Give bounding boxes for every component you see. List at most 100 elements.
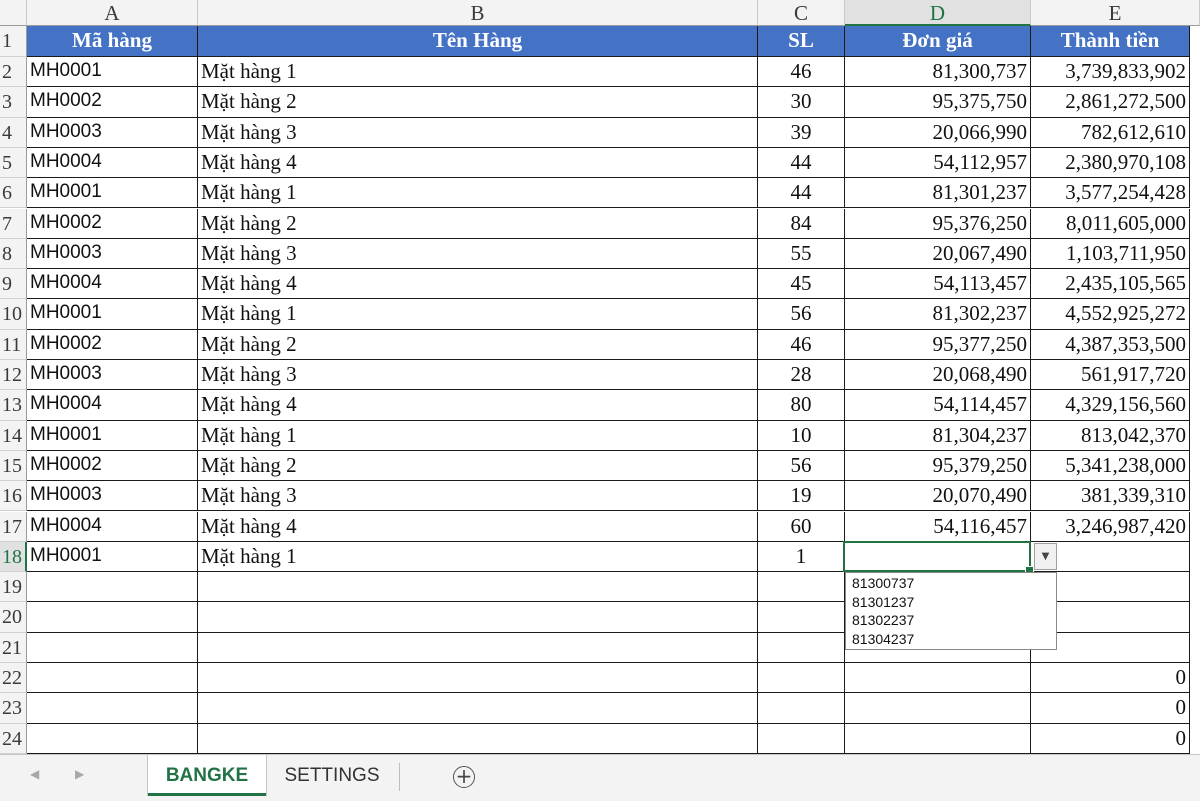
column-header-a[interactable]: A [27, 0, 198, 26]
scroll-left-icon[interactable]: ◀ [30, 767, 39, 781]
dropdown-option[interactable]: 81302237 [852, 611, 1056, 630]
name-cell[interactable] [198, 602, 758, 633]
total-cell[interactable]: 782,612,610 [1031, 117, 1190, 148]
qty-cell[interactable]: 46 [758, 57, 845, 88]
code-cell[interactable]: MH0004 [27, 390, 198, 421]
row-header-24[interactable]: 24 [0, 723, 27, 754]
price-cell[interactable]: 20,066,990 [845, 117, 1031, 148]
qty-cell[interactable]: 28 [758, 360, 845, 391]
name-cell[interactable]: Mặt hàng 4 [198, 390, 758, 421]
qty-cell[interactable] [758, 723, 845, 754]
row-header-19[interactable]: 19 [0, 572, 27, 603]
name-cell[interactable]: Mặt hàng 3 [198, 238, 758, 270]
name-cell[interactable]: Mặt hàng 4 [198, 269, 758, 300]
row-header-8[interactable]: 8 [0, 238, 27, 270]
row-header-13[interactable]: 13 [0, 390, 27, 421]
row-header-20[interactable]: 20 [0, 602, 27, 633]
row-header-1[interactable]: 1 [0, 26, 27, 57]
tab-bangke[interactable]: BANGKE [148, 755, 266, 796]
header-cell-c[interactable]: SL [758, 26, 845, 57]
code-cell[interactable]: MH0003 [27, 117, 198, 148]
total-cell[interactable]: 5,341,238,000 [1031, 450, 1190, 482]
dropdown-arrow-icon[interactable]: ▼ [1034, 543, 1057, 570]
price-cell[interactable]: 81,300,737 [845, 57, 1031, 88]
row-header-12[interactable]: 12 [0, 360, 27, 391]
code-cell[interactable]: MH0001 [27, 178, 198, 209]
code-cell[interactable]: MH0003 [27, 238, 198, 270]
qty-cell[interactable]: 44 [758, 178, 845, 209]
column-header-d[interactable]: D [845, 0, 1031, 26]
name-cell[interactable]: Mặt hàng 2 [198, 87, 758, 118]
row-header-14[interactable]: 14 [0, 420, 27, 451]
code-cell[interactable]: MH0003 [27, 360, 198, 391]
row-header-7[interactable]: 7 [0, 208, 27, 239]
row-header-2[interactable]: 2 [0, 57, 27, 88]
name-cell[interactable]: Mặt hàng 1 [198, 420, 758, 451]
row-header-11[interactable]: 11 [0, 329, 27, 360]
code-cell[interactable]: MH0001 [27, 57, 198, 88]
qty-cell[interactable]: 56 [758, 450, 845, 482]
name-cell[interactable]: Mặt hàng 3 [198, 117, 758, 148]
validation-dropdown-list[interactable]: 81300737 81301237 81302237 81304237 [845, 572, 1057, 650]
price-cell[interactable]: 81,302,237 [845, 299, 1031, 330]
plus-circle-icon[interactable]: + [453, 766, 475, 788]
qty-cell[interactable]: 19 [758, 481, 845, 512]
price-cell[interactable]: 81,304,237 [845, 420, 1031, 451]
total-cell[interactable]: 3,739,833,902 [1031, 57, 1190, 88]
scroll-right-icon[interactable]: ▶ [75, 767, 84, 781]
code-cell[interactable]: MH0001 [27, 420, 198, 451]
price-cell[interactable]: 54,113,457 [845, 269, 1031, 300]
price-cell[interactable]: 54,114,457 [845, 390, 1031, 421]
row-header-10[interactable]: 10 [0, 299, 27, 330]
total-cell[interactable]: 4,552,925,272 [1031, 299, 1190, 330]
name-cell[interactable]: Mặt hàng 4 [198, 147, 758, 179]
qty-cell[interactable]: 45 [758, 269, 845, 300]
header-cell-e[interactable]: Thành tiền [1031, 26, 1190, 57]
price-cell[interactable]: 95,376,250 [845, 208, 1031, 239]
price-cell[interactable]: 54,116,457 [845, 511, 1031, 542]
code-cell[interactable]: MH0004 [27, 511, 198, 542]
qty-cell[interactable]: 30 [758, 87, 845, 118]
qty-cell[interactable]: 10 [758, 420, 845, 451]
qty-cell[interactable]: 39 [758, 117, 845, 148]
name-cell[interactable] [198, 663, 758, 694]
qty-cell[interactable] [758, 663, 845, 694]
dropdown-option[interactable]: 81300737 [852, 574, 1056, 593]
price-cell[interactable] [845, 663, 1031, 694]
qty-cell[interactable]: 80 [758, 390, 845, 421]
total-cell[interactable]: 2,861,272,500 [1031, 87, 1190, 118]
total-cell[interactable]: 3,246,987,420 [1031, 511, 1190, 542]
qty-cell[interactable]: 1 [758, 541, 845, 573]
price-cell[interactable]: 20,067,490 [845, 238, 1031, 270]
code-cell[interactable] [27, 632, 198, 663]
price-cell[interactable]: 81,301,237 [845, 178, 1031, 209]
qty-cell[interactable]: 46 [758, 329, 845, 360]
code-cell[interactable] [27, 572, 198, 603]
row-header-16[interactable]: 16 [0, 481, 27, 512]
name-cell[interactable]: Mặt hàng 2 [198, 208, 758, 239]
tab-settings[interactable]: SETTINGS [268, 755, 396, 793]
total-cell[interactable]: 4,329,156,560 [1031, 390, 1190, 421]
select-all-corner[interactable] [0, 0, 27, 26]
qty-cell[interactable]: 55 [758, 238, 845, 270]
total-cell[interactable]: 0 [1031, 723, 1190, 754]
total-cell[interactable]: 381,339,310 [1031, 481, 1190, 512]
name-cell[interactable] [198, 572, 758, 603]
code-cell[interactable]: MH0001 [27, 541, 198, 573]
code-cell[interactable]: MH0002 [27, 450, 198, 482]
code-cell[interactable] [27, 693, 198, 724]
total-cell[interactable]: 2,435,105,565 [1031, 269, 1190, 300]
name-cell[interactable]: Mặt hàng 1 [198, 178, 758, 209]
total-cell[interactable]: 8,011,605,000 [1031, 208, 1190, 239]
header-cell-d[interactable]: Đơn giá [845, 26, 1031, 57]
price-cell[interactable]: 54,112,957 [845, 147, 1031, 179]
dropdown-option[interactable]: 81301237 [852, 593, 1056, 612]
row-header-5[interactable]: 5 [0, 147, 27, 179]
name-cell[interactable]: Mặt hàng 1 [198, 541, 758, 573]
row-header-21[interactable]: 21 [0, 632, 27, 663]
name-cell[interactable]: Mặt hàng 3 [198, 360, 758, 391]
name-cell[interactable]: Mặt hàng 2 [198, 450, 758, 482]
qty-cell[interactable] [758, 693, 845, 724]
qty-cell[interactable]: 60 [758, 511, 845, 542]
name-cell[interactable] [198, 693, 758, 724]
